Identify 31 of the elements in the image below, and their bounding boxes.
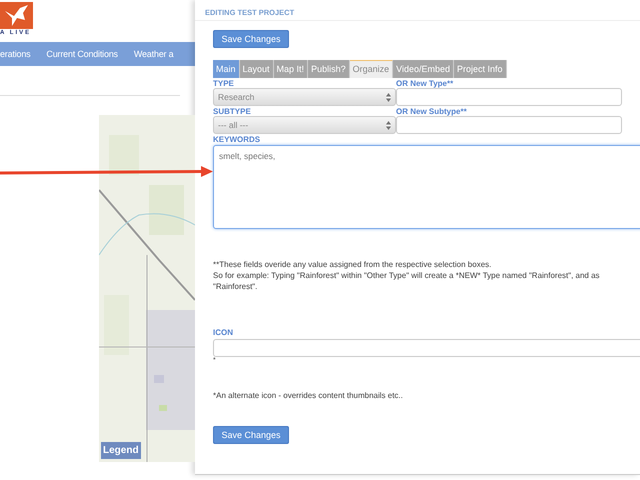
- tab[interactable]: Project Info: [454, 60, 507, 78]
- save-button[interactable]: Save Changes: [213, 426, 289, 444]
- updown-arrows-icon: [386, 120, 391, 130]
- updown-arrows-icon: [386, 92, 391, 102]
- tab[interactable]: Main: [213, 60, 240, 78]
- select-field[interactable]: --- all ---: [213, 116, 396, 134]
- field-label: SUBTYPE: [213, 108, 252, 116]
- note-text: So for example: Typing "Rainforest" within "Other Type" will create a *NEW* Type named "Rainforest", and as: [213, 270, 601, 281]
- input-field[interactable]: [396, 88, 622, 106]
- nav-link[interactable]: Weather a: [134, 49, 174, 59]
- note-text: "Rainforest".: [213, 281, 258, 292]
- tab[interactable]: Organize: [350, 60, 394, 78]
- select-field[interactable]: Research: [213, 88, 396, 106]
- hint-text: *An alternate icon - overrides content thumbnails etc..: [213, 391, 404, 400]
- note-text: **These fields overide any value assigned from the respective selection boxes.: [213, 259, 492, 270]
- input-field[interactable]: [396, 116, 622, 134]
- tab[interactable]: Video/Embed: [393, 60, 454, 78]
- field-label: KEYWORDS: [213, 136, 262, 144]
- tab[interactable]: Map It!: [274, 60, 308, 78]
- tab[interactable]: Layout: [240, 60, 274, 78]
- save-button[interactable]: Save Changes: [213, 30, 289, 48]
- field-label: OR New Type**: [396, 80, 454, 88]
- keywords-field[interactable]: smelt, species,: [213, 145, 640, 229]
- field-label: TYPE: [213, 80, 235, 88]
- field-label: OR New Subtype**: [396, 108, 468, 116]
- field-label: ICON: [213, 329, 234, 337]
- icon-field[interactable]: [213, 339, 640, 357]
- legend-button[interactable]: Legend: [101, 442, 141, 459]
- nav-link[interactable]: Current Conditions: [46, 49, 118, 59]
- tab[interactable]: Publish?: [308, 60, 350, 78]
- nav-link[interactable]: erations: [0, 49, 30, 59]
